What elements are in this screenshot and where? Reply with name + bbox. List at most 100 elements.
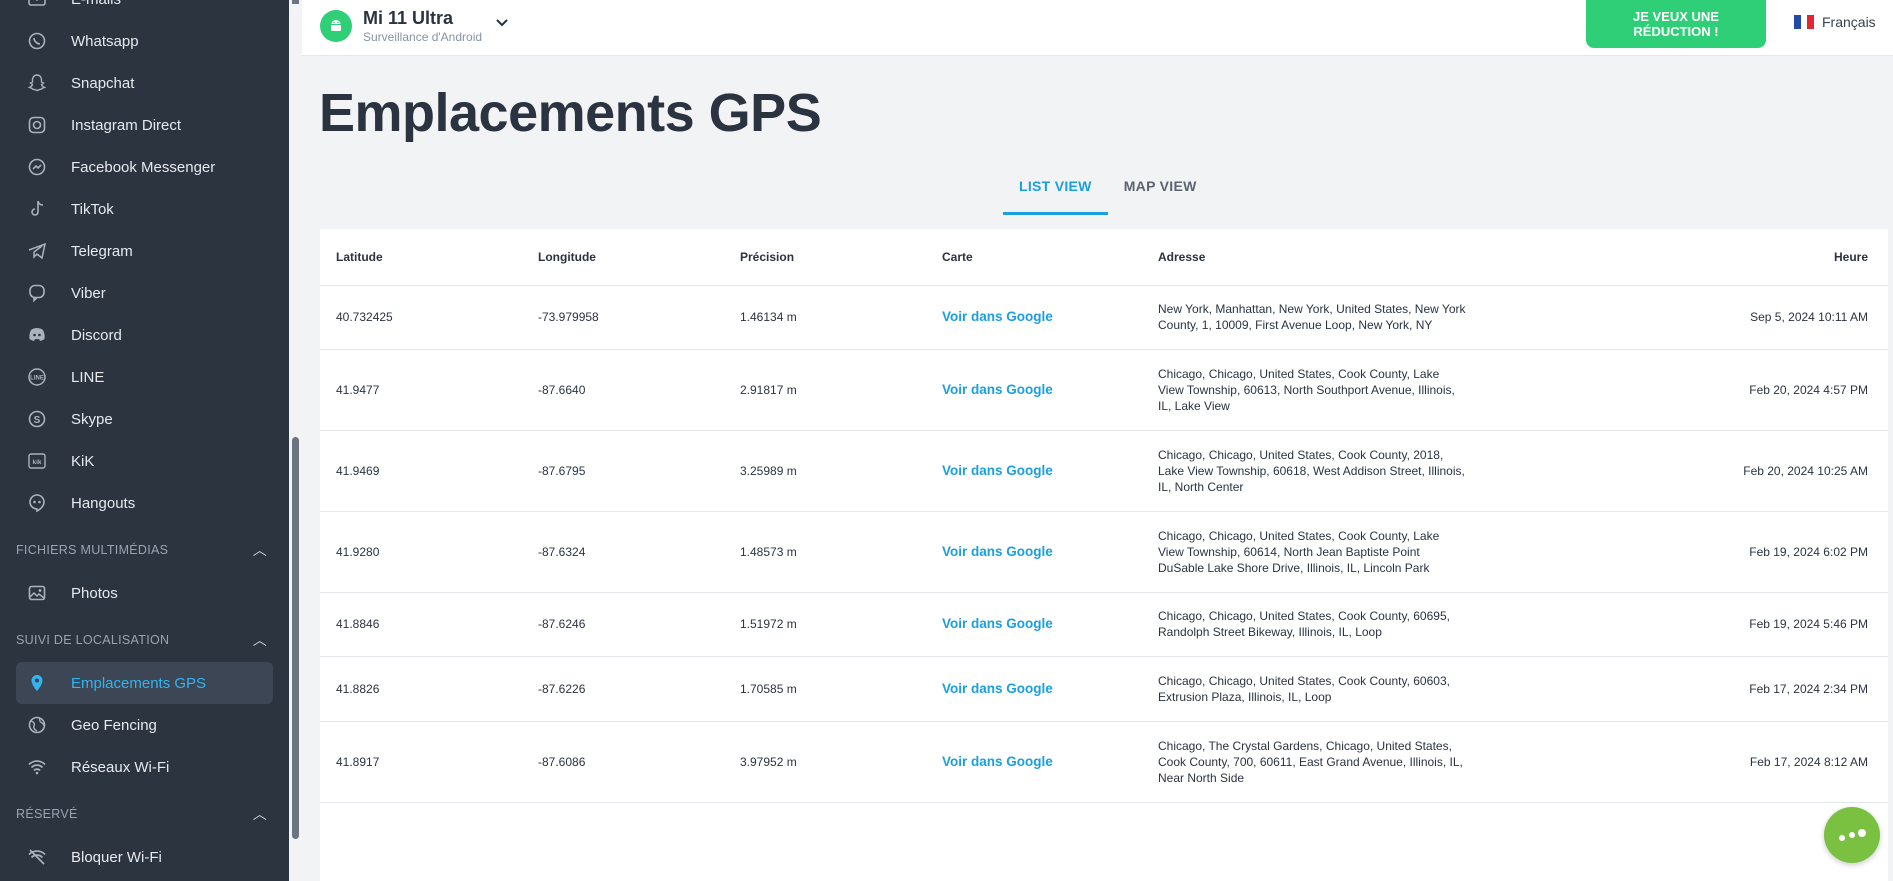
sidebar-item-facebook-messenger[interactable]: Facebook Messenger [16,146,273,188]
table-row: 41.8917 -87.6086 3.97952 m Voir dans Google… [320,721,1888,803]
table-row: 41.8846 -87.6246 1.51972 m Voir dans Google… [320,592,1888,657]
cell-address: Chicago, Chicago, United States, Cook Co… [1158,609,1450,639]
sidebar-item-skype[interactable]: S Skype [16,398,273,440]
cell-precision-td: 1.48573 m [724,511,926,593]
cell-address-td: Chicago, Chicago, United States, Cook Co… [1142,349,1534,431]
cell-precision: 1.46134 m [740,310,797,324]
cell-precision-td: 3.97952 m [724,721,926,803]
section-reserved-label: RÉSERVÉ [16,807,78,821]
sidebar-item-label: Skype [71,410,113,428]
google-map-link[interactable]: Voir dans Google [942,616,1053,631]
sidebar-item-label: E-mails [71,0,121,8]
cell-latitude-td: 41.8917 [320,721,522,803]
chevron-up-icon: ︿ [252,542,267,558]
sidebar-item-viber[interactable]: Viber [16,272,273,314]
wifi-off-icon [26,846,48,868]
tab-map-view[interactable]: MAP VIEW [1108,172,1213,215]
col-map: Carte [926,229,1142,286]
cell-address-td: Chicago, Chicago, United States, Cook Co… [1142,430,1534,512]
cell-address-td: Chicago, Chicago, United States, Cook Co… [1142,656,1534,722]
sidebar-item-snapchat[interactable]: Snapchat [16,62,273,104]
cell-latitude: 40.732425 [336,310,393,324]
page-title: Emplacements GPS [319,83,822,143]
sidebar-item-line[interactable]: LINE LINE [16,356,273,398]
cell-time: Feb 17, 2024 8:12 AM [1749,754,1868,769]
skype-icon: S [26,408,48,430]
cell-address-td: Chicago, Chicago, United States, Cook Co… [1142,511,1534,593]
sidebar-item-emplacements-gps[interactable]: Emplacements GPS [16,662,273,704]
language-selector[interactable]: Français [1794,14,1876,30]
sidebar-item-geo-fencing[interactable]: Geo Fencing [16,704,273,746]
cell-latitude: 41.8846 [336,617,380,631]
device-subtitle: Surveillance d'Android [363,30,483,44]
sidebar-item-photos[interactable]: Photos [16,572,273,614]
cell-longitude-td: -87.6795 [522,430,724,512]
cell-precision-td: 1.70585 m [724,656,926,722]
cell-latitude: 41.9477 [336,382,380,397]
cell-precision-td: 2.91817 m [724,349,926,431]
cell-address: Chicago, Chicago, United States, Cook Co… [1158,366,1455,413]
location-pin-icon [26,672,48,694]
cell-map: Voir dans Google [926,430,1142,512]
device-selector[interactable]: Mi 11 Ultra Surveillance d'Android [320,8,508,44]
cell-latitude: 41.8826 [336,681,380,696]
scrollbar-top [292,0,299,4]
sidebar-item-label: Discord [71,326,122,344]
table-header-row: Latitude Longitude Précision Carte Adres… [320,229,1888,286]
sidebar-item-e-mails[interactable]: E-mails [16,0,273,20]
section-reserved-toggle[interactable]: RÉSERVÉ ︿ [0,792,289,836]
sidebar-item-whatsapp[interactable]: Whatsapp [16,20,273,62]
google-map-link[interactable]: Voir dans Google [942,309,1053,324]
cell-time-td: Feb 19, 2024 6:02 PM [1534,511,1888,593]
table-row: 41.8826 -87.6226 1.70585 m Voir dans Google… [320,656,1888,722]
tiktok-icon [26,198,48,220]
google-map-link[interactable]: Voir dans Google [942,754,1053,769]
cell-map: Voir dans Google [926,592,1142,657]
sidebar-item-label: Réseaux Wi-Fi [71,758,170,776]
cell-time: Feb 20, 2024 10:25 AM [1743,463,1868,478]
discount-button[interactable]: JE VEUX UNE RÉDUCTION ! [1586,0,1766,48]
col-precision: Précision [724,229,926,286]
sidebar-item-kik[interactable]: kik KiK [16,440,273,482]
wifi-icon [26,756,48,778]
globe-icon [26,714,48,736]
google-map-link[interactable]: Voir dans Google [942,382,1053,397]
sidebar-item-label: Facebook Messenger [71,158,216,176]
cell-time: Feb 20, 2024 4:57 PM [1749,382,1868,397]
svg-text:kik: kik [32,459,41,466]
cell-precision: 1.51972 m [740,617,797,631]
sidebar-item-discord[interactable]: Discord [16,314,273,356]
photos-icon [26,582,48,604]
table-row: 41.9280 -87.6324 1.48573 m Voir dans Google… [320,511,1888,593]
cell-longitude: -87.6246 [538,617,586,631]
cell-time-td: Sep 5, 2024 10:11 AM [1534,285,1888,350]
cell-longitude-td: -73.979958 [522,285,724,350]
google-map-link[interactable]: Voir dans Google [942,463,1053,478]
chat-button[interactable] [1824,807,1880,863]
sidebar-item-label: Photos [71,584,118,602]
cell-longitude-td: -87.6324 [522,511,724,593]
sidebar-item-tiktok[interactable]: TikTok [16,188,273,230]
cell-map: Voir dans Google [926,656,1142,722]
sidebar-item-hangouts[interactable]: Hangouts [16,482,273,524]
table-row: 41.9469 -87.6795 3.25989 m Voir dans Google… [320,430,1888,512]
chevron-up-icon: ︿ [252,806,267,822]
sidebar-item-reseaux-wi-fi[interactable]: Réseaux Wi-Fi [16,746,273,788]
cell-address: Chicago, The Crystal Gardens, Chicago, U… [1158,738,1463,785]
col-latitude: Latitude [320,229,522,286]
instagram-icon [26,114,48,136]
sidebar-item-label: Whatsapp [71,32,139,50]
google-map-link[interactable]: Voir dans Google [942,544,1053,559]
sidebar-item-instagram-direct[interactable]: Instagram Direct [16,104,273,146]
cell-longitude: -87.6324 [538,544,586,559]
col-longitude: Longitude [522,229,724,286]
cell-address-td: Chicago, The Crystal Gardens, Chicago, U… [1142,721,1534,803]
sidebar-scrollbar[interactable] [292,437,299,839]
google-map-link[interactable]: Voir dans Google [942,681,1053,696]
section-media-toggle[interactable]: FICHIERS MULTIMÉDIAS ︿ [0,528,289,572]
tab-list-view[interactable]: LIST VIEW [1003,172,1108,215]
cell-map: Voir dans Google [926,285,1142,350]
sidebar-item-telegram[interactable]: Telegram [16,230,273,272]
section-location-toggle[interactable]: SUIVI DE LOCALISATION ︿ [0,618,289,662]
sidebar-item-bloquer-wi-fi[interactable]: Bloquer Wi-Fi [16,836,273,878]
